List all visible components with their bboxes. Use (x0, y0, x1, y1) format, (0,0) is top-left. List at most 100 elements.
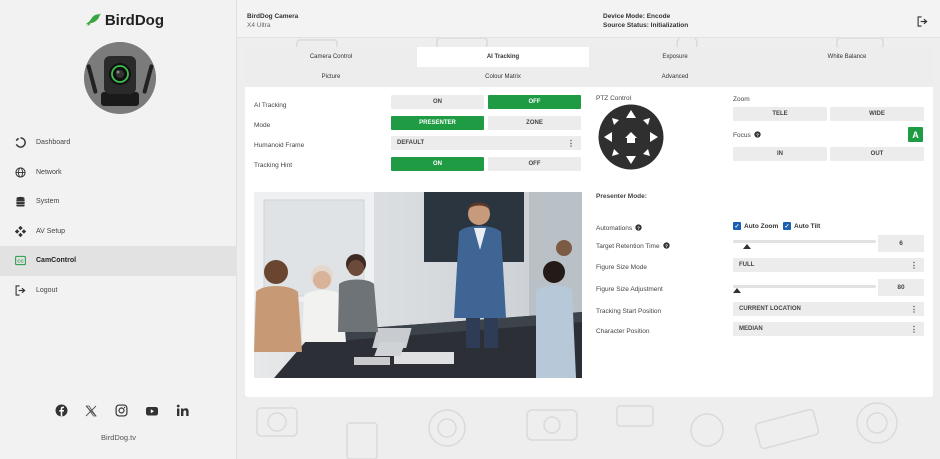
auto-zoom-checkbox[interactable]: ✓ Auto Zoom (733, 222, 778, 230)
sidebar-item-camcontrol[interactable]: CC CamControl (0, 246, 237, 276)
focus-label-row: Focus ? (733, 131, 761, 140)
figure-size-adj-value[interactable]: 80 (878, 279, 924, 296)
database-icon (14, 196, 26, 208)
ai-tracking-on-button[interactable]: ON (391, 95, 484, 109)
header-logout-icon[interactable] (917, 16, 928, 29)
svg-text:?: ? (756, 132, 759, 138)
retention-slider[interactable] (733, 240, 876, 243)
retention-slider-thumb[interactable] (743, 244, 752, 249)
auto-zoom-label: Auto Zoom (744, 222, 779, 230)
retention-label: Target Retention Time (596, 243, 660, 250)
auto-tilt-checkbox[interactable]: ✓ Auto Tilt (783, 222, 820, 230)
kebab-menu-icon: ⋮ (910, 324, 918, 334)
sidebar-item-dashboard[interactable]: Dashboard (0, 128, 237, 158)
tab-colour-matrix[interactable]: Colour Matrix (417, 67, 589, 87)
tracking-hint-off-button[interactable]: OFF (488, 157, 581, 171)
humanoid-frame-select[interactable]: DEFAULT ⋮ (391, 136, 581, 150)
globe-icon (14, 166, 26, 178)
main-card: Camera Control AI Tracking Exposure Whit… (245, 47, 933, 397)
sidebar-item-label: AV Setup (36, 227, 66, 235)
sidebar-item-label: CamControl (36, 257, 77, 265)
ai-tracking-off-button[interactable]: OFF (488, 95, 581, 109)
kebab-menu-icon: ⋮ (910, 304, 918, 314)
tracking-start-select[interactable]: CURRENT LOCATION ⋮ (733, 302, 924, 316)
sidebar-item-label: Dashboard (36, 139, 71, 147)
auto-tilt-label: Auto Tilt (794, 222, 821, 230)
sidebar: BirdDog Dashboard Network System AV Setu… (0, 0, 237, 459)
figure-size-adj-label: Figure Size Adjustment (596, 286, 663, 293)
tab-empty (761, 67, 933, 87)
camera-avatar (84, 42, 156, 114)
presenter-mode-title: Presenter Mode: (596, 193, 647, 200)
tab-bar: Camera Control AI Tracking Exposure Whit… (245, 47, 933, 87)
figure-size-mode-label: Figure Size Mode (596, 264, 647, 271)
help-icon: ? (754, 131, 761, 140)
ai-tracking-label: AI Tracking (254, 102, 287, 109)
logo-text: BirdDog (104, 11, 164, 29)
focus-in-button[interactable]: IN (733, 147, 827, 161)
figure-size-mode-select[interactable]: FULL ⋮ (733, 258, 924, 272)
sidebar-item-label: Network (36, 168, 62, 176)
zoom-tele-button[interactable]: TELE (733, 107, 827, 121)
figure-size-mode-value: FULL (739, 262, 755, 268)
facebook-icon[interactable] (55, 404, 68, 417)
linkedin-icon[interactable] (176, 404, 190, 417)
kebab-menu-icon: ⋮ (567, 138, 575, 148)
tab-white-balance[interactable]: White Balance (761, 47, 933, 67)
checkbox-checked-icon: ✓ (783, 222, 791, 230)
social-links (55, 404, 190, 417)
youtube-icon[interactable] (145, 405, 159, 417)
focus-out-button[interactable]: OUT (830, 147, 924, 161)
device-mode: Device Mode: Encode (603, 13, 671, 20)
x-icon[interactable] (85, 405, 98, 417)
sidebar-item-logout[interactable]: Logout (0, 276, 237, 306)
tracking-start-value: CURRENT LOCATION (739, 306, 801, 312)
kebab-menu-icon: ⋮ (910, 260, 918, 270)
logout-icon (14, 284, 26, 296)
help-icon: ? (635, 224, 642, 233)
mode-presenter-button[interactable]: PRESENTER (391, 116, 484, 130)
sidebar-item-label: System (36, 198, 60, 206)
camcontrol-icon: CC (14, 255, 26, 267)
help-icon: ? (662, 242, 670, 251)
sidebar-nav: Dashboard Network System AV Setup CC Cam… (0, 128, 237, 305)
ptz-joystick[interactable] (598, 104, 664, 170)
birddog-logo[interactable]: BirdDog (84, 9, 164, 31)
character-position-select[interactable]: MEDIAN ⋮ (733, 322, 924, 336)
mode-zone-button[interactable]: ZONE (488, 116, 581, 130)
figure-size-adj-slider[interactable] (733, 285, 876, 288)
av-setup-icon (14, 225, 26, 237)
character-position-value: MEDIAN (739, 326, 763, 332)
top-header: BirdDog Camera X4 Ultra Device Mode: Enc… (237, 0, 940, 38)
tab-ai-tracking[interactable]: AI Tracking (417, 47, 589, 67)
focus-label: Focus (733, 132, 751, 139)
dashboard-icon (14, 137, 26, 149)
tab-exposure[interactable]: Exposure (589, 47, 761, 67)
figure-size-adj-slider-thumb[interactable] (733, 288, 741, 293)
focus-auto-button[interactable]: A (908, 127, 923, 142)
tab-camera-control[interactable]: Camera Control (245, 47, 417, 67)
tab-advanced[interactable]: Advanced (589, 67, 761, 87)
svg-text:CC: CC (17, 259, 24, 264)
bird-logo-icon (85, 13, 102, 27)
zoom-wide-button[interactable]: WIDE (830, 107, 924, 121)
mode-label: Mode (254, 122, 271, 129)
camera-name: BirdDog Camera (247, 13, 299, 20)
tab-picture[interactable]: Picture (245, 67, 417, 87)
retention-row: Target Retention Time ? (596, 242, 670, 251)
humanoid-frame-value: DEFAULT (397, 140, 425, 146)
character-position-label: Character Position (596, 328, 650, 335)
automations-label: Automations (596, 225, 633, 232)
sidebar-item-av-setup[interactable]: AV Setup (0, 217, 237, 247)
svg-text:?: ? (665, 243, 668, 249)
site-link[interactable]: BirdDog.tv (0, 433, 237, 442)
sidebar-item-system[interactable]: System (0, 187, 237, 217)
source-status: Source Status: Initialization (603, 22, 689, 29)
checkbox-checked-icon: ✓ (733, 222, 741, 230)
svg-text:?: ? (637, 225, 640, 231)
tracking-hint-on-button[interactable]: ON (391, 157, 484, 171)
sidebar-item-network[interactable]: Network (0, 158, 237, 188)
instagram-icon[interactable] (114, 404, 128, 417)
retention-value[interactable]: 6 (878, 235, 924, 252)
tracking-start-label: Tracking Start Position (596, 308, 662, 315)
